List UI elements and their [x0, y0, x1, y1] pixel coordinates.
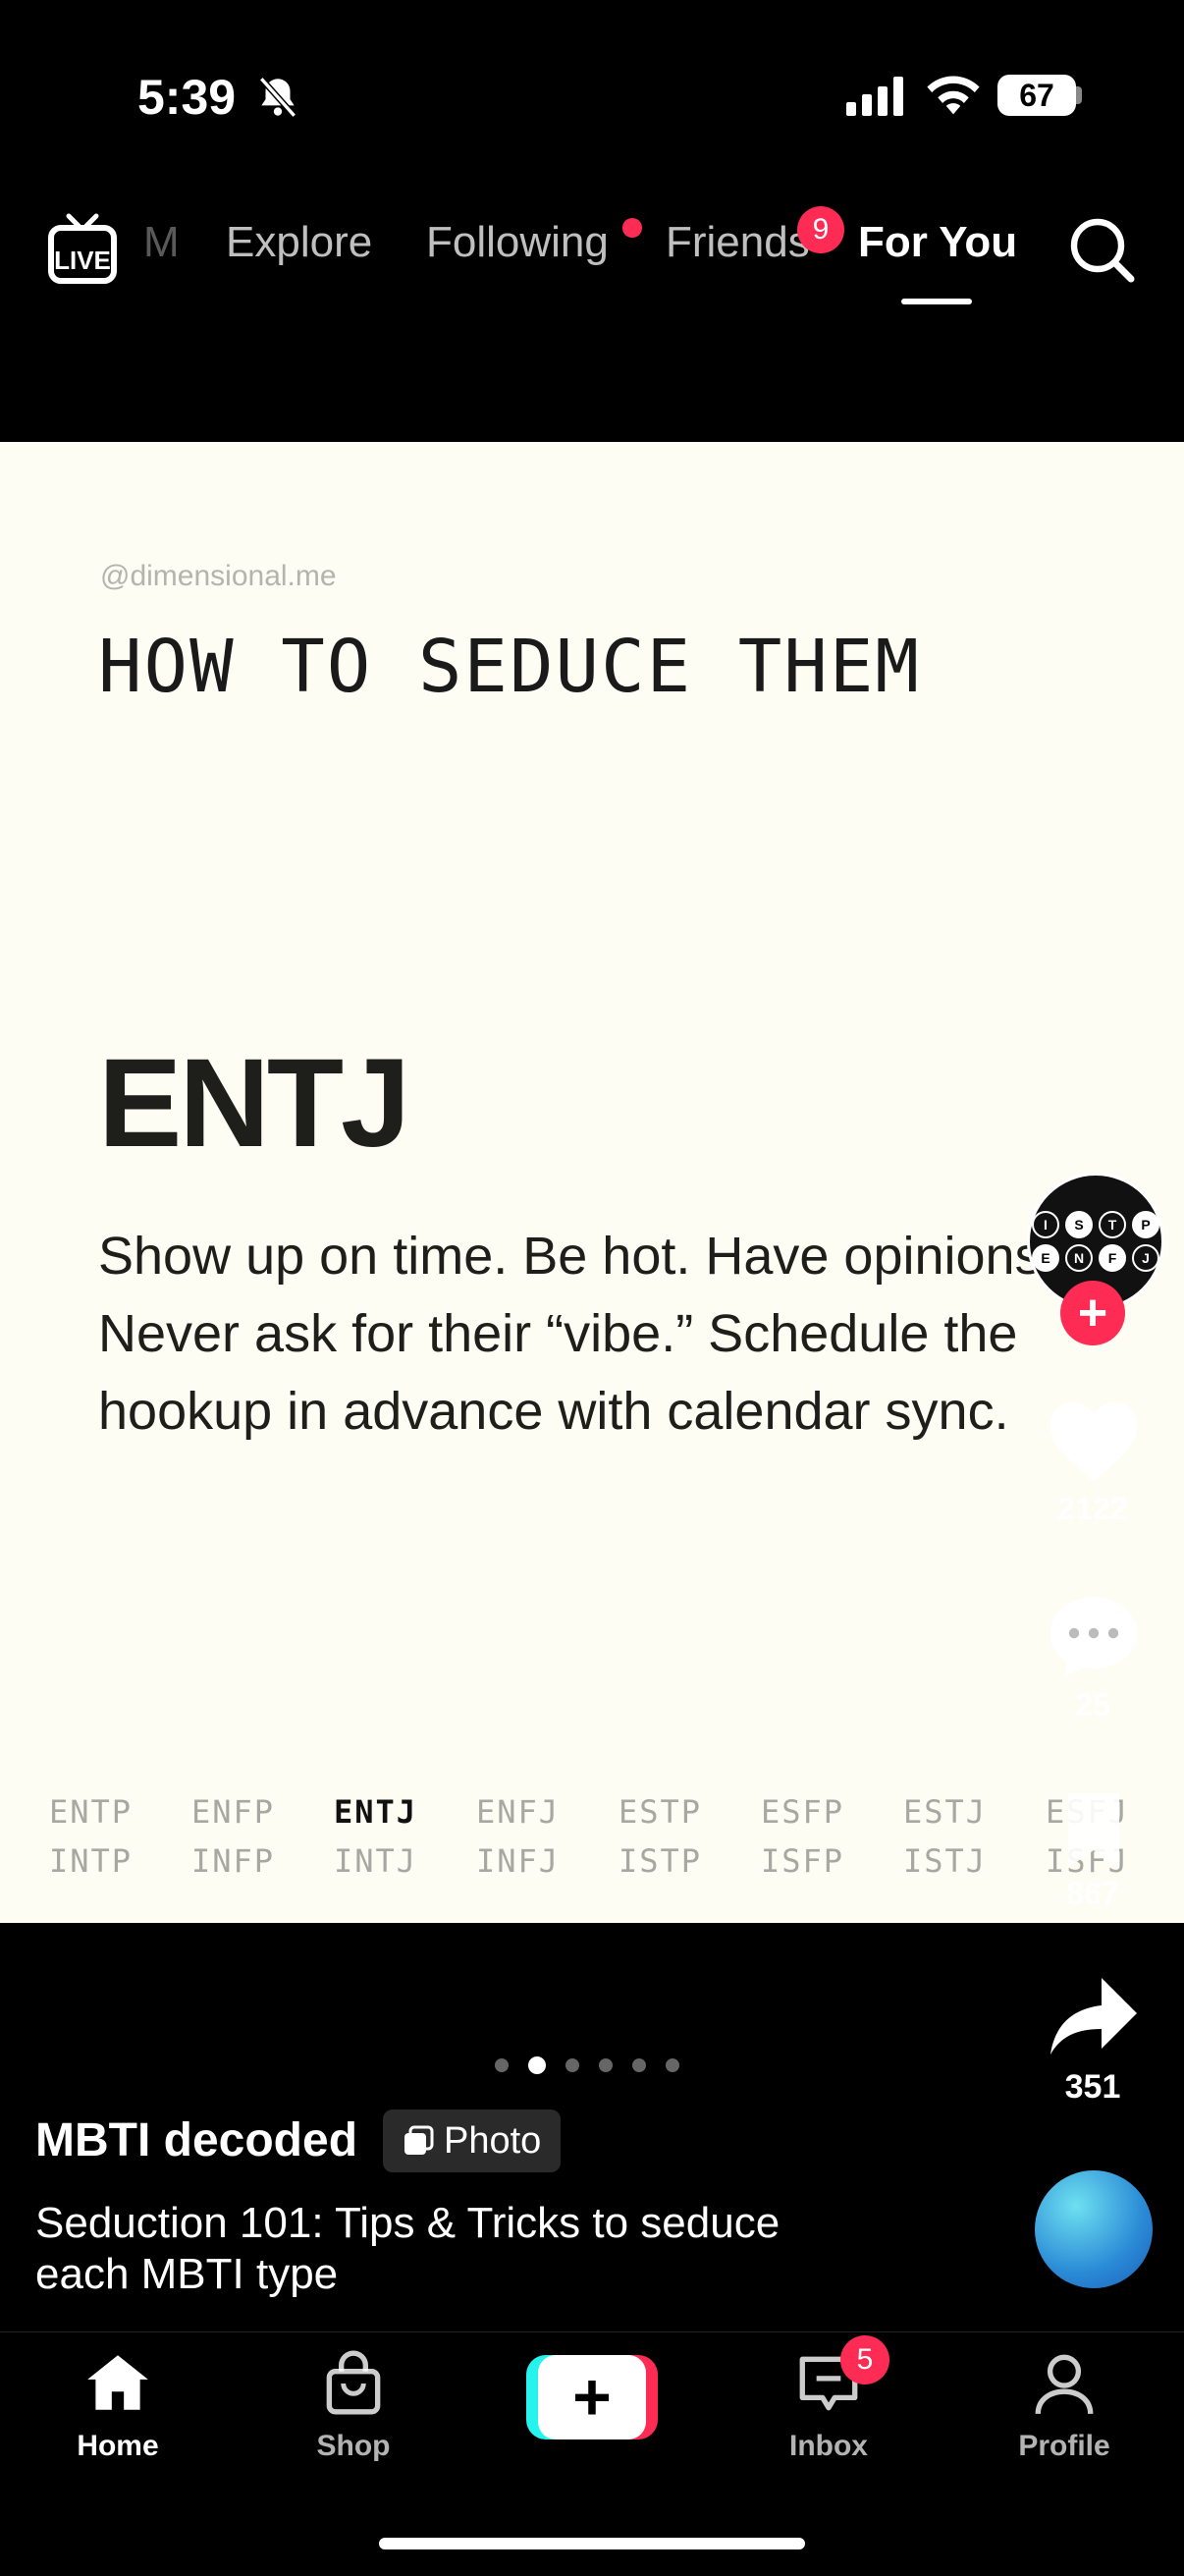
- advice-text: Show up on time. Be hot. Have opinions. …: [98, 1227, 1056, 1441]
- author-name[interactable]: MBTI decoded: [35, 2113, 357, 2167]
- avatar-letter-s: S: [1065, 1211, 1093, 1238]
- watermark-handle: @dimensional.me: [100, 560, 337, 592]
- bookmark-icon[interactable]: [1062, 1789, 1125, 1872]
- pager-dot: [565, 2058, 579, 2072]
- share-arrow-icon[interactable]: [1047, 1974, 1141, 2058]
- pager-dot: [632, 2058, 646, 2072]
- avatar-letter-p: P: [1132, 1211, 1159, 1238]
- nav-profile-label: Profile: [1018, 2430, 1110, 2462]
- live-tv-icon[interactable]: LIVE: [47, 212, 118, 285]
- nav-shop[interactable]: Shop: [275, 2347, 432, 2463]
- live-label: LIVE: [54, 246, 111, 275]
- tab-m[interactable]: M: [143, 218, 180, 267]
- profile-person-icon: [1035, 2354, 1094, 2415]
- photo-tag-label: Photo: [444, 2119, 542, 2162]
- status-time: 5:39: [137, 70, 237, 125]
- pager-dot-active: [528, 2056, 546, 2074]
- mbti-top-5: ESTP: [619, 1793, 703, 1831]
- nav-home-label: Home: [77, 2430, 159, 2462]
- save-count: 867: [1066, 1876, 1119, 1911]
- photo-tag[interactable]: Photo: [383, 2110, 562, 2172]
- sound-disc[interactable]: [1035, 2170, 1153, 2288]
- avatar-letter-t: T: [1099, 1211, 1126, 1238]
- inbox-badge: 5: [840, 2335, 889, 2384]
- tab-friends[interactable]: Friends: [666, 218, 810, 267]
- like-count: 2122: [1057, 1491, 1128, 1526]
- pager-dot: [495, 2058, 509, 2072]
- avatar-letter-i: I: [1032, 1211, 1059, 1238]
- mbti-top-1: ENTP: [49, 1793, 134, 1831]
- mbti-type-grid: ENTP ENFP ENTJ ENFJ ESTP ESFP ESTJ ESFJ …: [37, 1793, 1157, 1880]
- heart-icon[interactable]: [1047, 1398, 1141, 1485]
- avatar-letter-f: F: [1099, 1244, 1126, 1272]
- photo-stack-icon: [404, 2125, 434, 2155]
- battery-tip: [1076, 86, 1082, 104]
- cellular-signal-icon: [846, 77, 903, 116]
- mbti-bottom-4: INFJ: [476, 1842, 561, 1880]
- mbti-top-4: ENFJ: [476, 1793, 561, 1831]
- mbti-bottom-7: ISTJ: [903, 1842, 988, 1880]
- pager-dot: [666, 2058, 679, 2072]
- wifi-icon: [927, 76, 980, 115]
- avatar-letter-j: J: [1132, 1244, 1159, 1272]
- avatar-letter-e: E: [1032, 1244, 1059, 1272]
- follow-plus-button[interactable]: +: [1060, 1281, 1125, 1345]
- battery-level: 67: [997, 75, 1076, 116]
- comment-count: 25: [1075, 1687, 1110, 1723]
- search-icon[interactable]: [1066, 214, 1137, 285]
- tab-following[interactable]: Following: [426, 218, 609, 267]
- mbti-bottom-3: INTJ: [334, 1842, 418, 1880]
- mbti-bottom-6: ISFP: [761, 1842, 845, 1880]
- active-tab-underline: [901, 299, 972, 304]
- mbti-top-6: ESFP: [761, 1793, 845, 1831]
- nav-inbox-label: Inbox: [789, 2430, 868, 2462]
- friends-badge: 9: [797, 206, 844, 253]
- comment-icon[interactable]: [1047, 1591, 1141, 1681]
- mbti-bottom-2: INFP: [191, 1842, 276, 1880]
- share-count: 351: [1064, 2068, 1121, 2106]
- carousel-pager: [495, 2056, 679, 2074]
- following-new-dot: [622, 218, 642, 238]
- mbti-top-3-selected: ENTJ: [334, 1793, 418, 1831]
- mbti-type-title: ENTJ: [98, 1033, 410, 1174]
- nav-home[interactable]: Home: [39, 2347, 196, 2463]
- mbti-bottom-1: INTP: [49, 1842, 134, 1880]
- plus-icon: +: [538, 2355, 646, 2439]
- tab-explore[interactable]: Explore: [226, 218, 372, 267]
- shopping-bag-icon: [326, 2350, 381, 2415]
- mbti-top-7: ESTJ: [903, 1793, 988, 1831]
- mbti-bottom-5: ISTP: [619, 1842, 703, 1880]
- avatar-letter-n: N: [1065, 1244, 1093, 1272]
- create-post-button[interactable]: +: [526, 2355, 658, 2439]
- nav-profile[interactable]: Profile: [986, 2347, 1143, 2463]
- post-caption[interactable]: Seduction 101: Tips & Tricks to seduce e…: [35, 2198, 880, 2300]
- home-indicator[interactable]: [379, 2538, 805, 2549]
- tab-for-you[interactable]: For You: [858, 218, 1017, 267]
- bell-muted-icon: [258, 77, 297, 118]
- post-headline: HOW TO SEDUCE THEM: [98, 625, 921, 709]
- nav-shop-label: Shop: [316, 2430, 391, 2462]
- pager-dot: [599, 2058, 613, 2072]
- mbti-top-2: ENFP: [191, 1793, 276, 1831]
- home-icon: [87, 2355, 148, 2410]
